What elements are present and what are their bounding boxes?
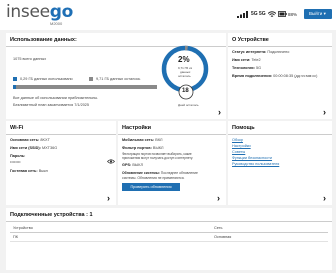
data-usage-title: Использование данных: <box>10 37 77 43</box>
table-cell-network: Основная <box>214 235 232 239</box>
divider <box>228 134 332 135</box>
check-updates-button[interactable]: Проверить обновления <box>122 183 180 191</box>
inseego-logo: inseego <box>6 2 74 22</box>
device-row-value: 00:00:08:35 (дд:чч:мм:сс) <box>273 74 318 78</box>
guest-label: Гостевая сеть: <box>10 169 38 173</box>
mobile-network-value: ВКЛ <box>155 138 163 142</box>
data-usage-card: Использование данных: 1075 всего данных … <box>6 33 226 119</box>
port-filter-value: ВЫКЛ <box>152 146 164 150</box>
device-title: О Устройстве <box>232 37 269 43</box>
ssid-value: MXT36G <box>41 146 58 150</box>
used-legend: 0,29 ГБ данных использовано <box>20 77 73 81</box>
device-row-label: Время подключения: <box>232 74 273 78</box>
battery-percent: 88% <box>288 12 298 17</box>
help-link-overview[interactable]: Обзор <box>232 138 243 142</box>
device-arrow-icon[interactable]: › <box>323 107 326 117</box>
system-update-value: Последнее обновление <box>160 171 198 175</box>
eye-icon[interactable] <box>107 159 115 164</box>
help-link-security[interactable]: Функции безопасности <box>232 156 272 160</box>
device-row-label: Технология: <box>232 66 255 70</box>
password-value: •••••••• <box>10 160 21 164</box>
help-card: Помощь Обзор Настройки Советы Функции бе… <box>228 121 332 205</box>
left-legend-swatch <box>89 77 93 81</box>
ssid-label: Имя сети (SSID): <box>10 146 41 150</box>
days-remaining-value: 18 <box>182 88 189 94</box>
help-link-user-guide[interactable]: Руководство пользователя <box>232 162 279 166</box>
guest-value: Выкл <box>38 169 48 173</box>
gps-value: ВЫКЛ <box>132 163 143 167</box>
plan-expiry: Безлимитный план заканчивается 7/1/2025 <box>13 103 90 107</box>
mobile-network-label: Мобильная сеть: <box>122 138 155 142</box>
device-card: О Устройстве Статус интернета: Подключен… <box>228 33 332 119</box>
left-legend: 9,71 ГБ данных осталось <box>96 77 141 81</box>
device-row-value: 5G <box>255 66 262 70</box>
model-label: M2000 <box>50 21 63 26</box>
table-cell-device: ПК <box>13 235 18 239</box>
settings-title: Настройки <box>122 125 152 131</box>
data-usage-arrow-icon[interactable]: › <box>218 107 221 117</box>
network-type: 5G <box>251 11 258 17</box>
data-remaining: 1075 всего данных <box>13 57 47 61</box>
device-row-value: Tele2 <box>251 58 261 62</box>
connected-devices-title: Подключенные устройства : 1 <box>10 212 93 218</box>
device-row-label: Имя сети: <box>232 58 251 62</box>
wifi-main-value: 8KXT <box>40 138 50 142</box>
wifi-main-label: Основная сеть: <box>10 138 40 142</box>
usage-bar-track <box>13 85 157 89</box>
divider <box>6 134 116 135</box>
header-bar: inseego M2000 5G 5G 88% Выйти ▾ <box>0 0 336 30</box>
help-arrow-icon[interactable]: › <box>323 193 326 203</box>
wifi-title: Wi-Fi <box>10 125 24 131</box>
divider <box>6 221 332 222</box>
used-legend-swatch <box>13 77 17 81</box>
divider <box>118 134 226 135</box>
usage-bar-fill <box>13 85 16 89</box>
column-header-network: Сеть <box>214 226 223 230</box>
device-row-value: Подключено <box>267 50 290 54</box>
system-update-desc: системы. Обновления не применяются. <box>122 176 185 180</box>
port-filter-label: Фильтр портов: <box>122 146 152 150</box>
days-remaining-label: Дней осталось <box>178 103 199 107</box>
connected-devices-card: Подключенные устройства : 1 Устройство С… <box>6 208 332 270</box>
wifi-icon <box>268 11 276 17</box>
usage-note: Все данные об использовании приблизитель… <box>13 96 99 100</box>
gps-label: GPS: <box>122 163 132 167</box>
wifi-band-badge: 5G <box>259 11 266 17</box>
table-divider <box>10 241 328 242</box>
signal-icon <box>237 11 248 18</box>
settings-card: Настройки Мобильная сеть: ВКЛ Фильтр пор… <box>118 121 226 205</box>
logout-button[interactable]: Выйти ▾ <box>304 9 332 19</box>
port-filter-desc: приложения могут получать доступ к интер… <box>122 156 194 160</box>
password-label: Пароль: <box>10 154 26 158</box>
help-link-settings[interactable]: Настройки <box>232 144 251 148</box>
settings-arrow-icon[interactable]: › <box>217 193 220 203</box>
battery-icon <box>278 11 287 17</box>
table-divider <box>10 232 328 233</box>
help-title: Помощь <box>232 125 255 131</box>
help-link-tips[interactable]: Советы <box>232 150 245 154</box>
ring-line-3: осталось <box>178 74 191 78</box>
ring-percent: 2% <box>178 55 190 64</box>
wifi-arrow-icon[interactable]: › <box>107 193 110 203</box>
column-header-device: Устройство <box>13 226 33 230</box>
divider <box>228 46 332 47</box>
device-row-label: Статус интернета: <box>232 50 267 54</box>
wifi-card: Wi-Fi Основная сеть: 8KXT Имя сети (SSID… <box>6 121 116 205</box>
system-update-label: Обновление системы: <box>122 171 160 175</box>
